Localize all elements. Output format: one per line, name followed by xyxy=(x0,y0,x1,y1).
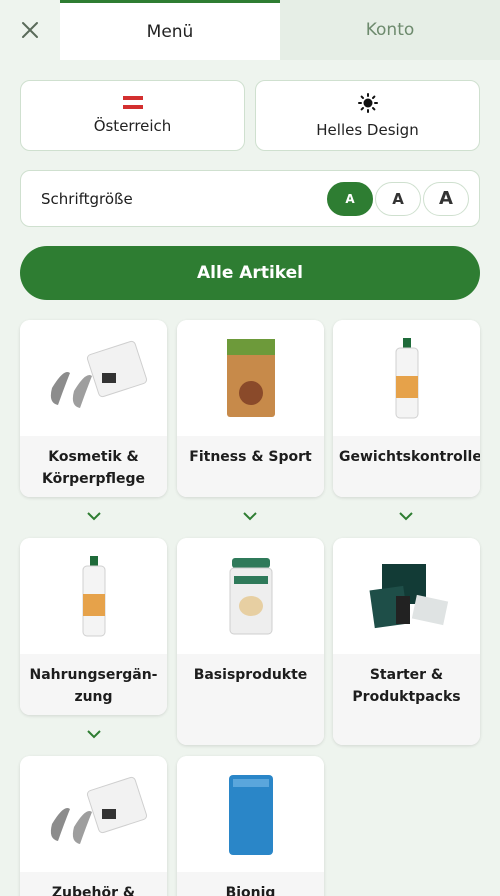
chevron-down-icon[interactable] xyxy=(84,509,104,523)
country-button[interactable]: Österreich xyxy=(20,80,245,151)
close-button[interactable] xyxy=(0,0,60,60)
tab-menu[interactable]: Menü xyxy=(60,0,280,60)
sun-icon xyxy=(357,92,378,113)
font-size-row: Schriftgröße A A A xyxy=(20,170,480,227)
category-label: Bioniq xyxy=(177,872,324,896)
austria-flag-icon xyxy=(122,96,143,109)
category-label: Fitness & Sport xyxy=(177,436,324,497)
tab-konto[interactable]: Konto xyxy=(280,0,500,60)
category-fitness[interactable]: Fitness & Sport xyxy=(177,320,324,497)
chevron-down-icon[interactable] xyxy=(396,509,416,523)
category-image xyxy=(333,538,480,654)
font-size-medium-button[interactable]: A xyxy=(375,181,421,216)
category-bioniq[interactable]: Bioniq xyxy=(177,756,324,896)
category-label: Nahrungsergän-zung xyxy=(20,654,167,715)
category-zubehoer[interactable]: Zubehör & xyxy=(20,756,167,896)
category-label: Zubehör & xyxy=(20,872,167,896)
category-image xyxy=(177,320,324,436)
theme-button[interactable]: Helles Design xyxy=(255,80,480,151)
category-image xyxy=(177,538,324,654)
font-size-small-button[interactable]: A xyxy=(327,181,373,216)
category-label: Gewichtskontrolle xyxy=(333,436,480,497)
category-label: Basisprodukte xyxy=(177,654,324,745)
chevron-down-icon[interactable] xyxy=(240,509,260,523)
category-image xyxy=(177,756,324,872)
category-starter-packs[interactable]: Starter & Produktpacks xyxy=(333,538,480,745)
top-bar: Menü Konto xyxy=(0,0,500,60)
category-label: Kosmetik & Körperpflege xyxy=(20,436,167,497)
close-icon xyxy=(22,22,38,38)
category-image xyxy=(20,538,167,654)
category-basisprodukte[interactable]: Basisprodukte xyxy=(177,538,324,745)
category-label: Starter & Produktpacks xyxy=(333,654,480,745)
category-image xyxy=(20,320,167,436)
category-nahrungsergaenzung[interactable]: Nahrungsergän-zung xyxy=(20,538,167,715)
category-image xyxy=(20,756,167,872)
font-size-large-button[interactable]: A xyxy=(423,181,469,216)
country-label: Österreich xyxy=(93,117,172,135)
category-gewichtskontrolle[interactable]: Gewichtskontrolle xyxy=(333,320,480,497)
chevron-down-icon[interactable] xyxy=(84,727,104,741)
category-image xyxy=(333,320,480,436)
category-kosmetik[interactable]: Kosmetik & Körperpflege xyxy=(20,320,167,497)
all-articles-button[interactable]: Alle Artikel xyxy=(20,246,480,300)
font-size-label: Schriftgröße xyxy=(41,189,133,208)
theme-label: Helles Design xyxy=(316,120,419,139)
